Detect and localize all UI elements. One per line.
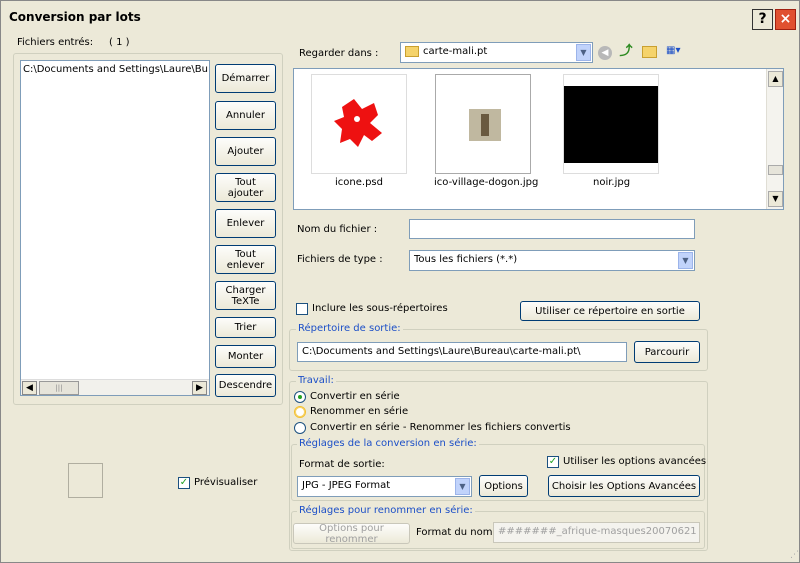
remove-button[interactable]: Enlever — [215, 209, 276, 238]
remove-all-button[interactable]: Tout enlever — [215, 245, 276, 274]
add-all-button[interactable]: Tout ajouter — [215, 173, 276, 202]
up-folder-icon[interactable]: ⤴ — [618, 44, 634, 60]
advanced-options-label: Utiliser les options avancées — [563, 456, 707, 467]
filename-input[interactable] — [409, 219, 695, 239]
cancel-button[interactable]: Annuler — [215, 101, 276, 130]
conversion-settings-legend: Réglages de la conversion en série: — [297, 438, 479, 449]
scroll-right-icon[interactable]: ▶ — [192, 381, 207, 395]
psd-preview-image — [334, 99, 382, 147]
output-format-select[interactable]: JPG - JPEG Format ▼ — [297, 476, 472, 497]
village-preview-image — [469, 109, 501, 141]
scroll-left-icon[interactable]: ◀ — [22, 381, 37, 395]
include-subdirs-label: Inclure les sous-répertoires — [312, 303, 448, 314]
file-name[interactable]: noir.jpg — [593, 177, 630, 188]
load-text-button[interactable]: Charger TeXTe — [215, 281, 276, 310]
help-button[interactable]: ? — [752, 9, 773, 30]
file-name[interactable]: ico-village-dogon.jpg — [434, 177, 538, 188]
choose-advanced-options-button[interactable]: Choisir les Options Avancées — [548, 475, 700, 497]
title-bar: Conversion par lots ? × — [1, 1, 799, 33]
look-in-combo[interactable]: carte-mali.pt ▼ — [400, 42, 593, 63]
chevron-down-icon[interactable]: ▼ — [455, 478, 470, 495]
browse-button[interactable]: Parcourir — [634, 341, 700, 363]
add-button[interactable]: Ajouter — [215, 137, 276, 166]
radio-convert[interactable] — [294, 391, 306, 403]
file-type-value: Tous les fichiers (*.*) — [414, 254, 518, 265]
radio-convert-rename[interactable] — [294, 422, 306, 434]
black-preview-image — [564, 86, 658, 163]
file-thumbnail[interactable] — [563, 74, 659, 174]
radio-convert-rename-label: Convertir en série - Renommer les fichie… — [310, 422, 571, 433]
horizontal-scrollbar[interactable]: ◀ ||| ▶ — [21, 379, 209, 395]
rename-options-button[interactable]: Options pour renommer — [293, 523, 410, 545]
preview-box — [68, 463, 103, 498]
list-item[interactable]: C:\Documents and Settings\Laure\Bu — [23, 64, 208, 75]
use-dir-output-button[interactable]: Utiliser ce répertoire en sortie — [520, 301, 700, 321]
sort-button[interactable]: Trier — [215, 317, 276, 338]
output-dir-input[interactable]: C:\Documents and Settings\Laure\Bureau\c… — [297, 342, 627, 362]
move-up-button[interactable]: Monter — [215, 345, 276, 368]
scroll-thumb[interactable] — [768, 165, 783, 175]
file-name[interactable]: icone.psd — [335, 177, 383, 188]
file-thumbnail[interactable] — [311, 74, 407, 174]
preview-label: Prévisualiser — [194, 477, 258, 488]
input-files-label: Fichiers entrés: — [17, 37, 94, 48]
batch-conversion-window: Conversion par lots ? × Fichiers entrés:… — [0, 0, 800, 563]
chevron-down-icon[interactable]: ▼ — [576, 44, 591, 61]
window-title: Conversion par lots — [9, 10, 141, 24]
preview-checkbox[interactable]: ✓ — [178, 477, 190, 489]
chevron-down-icon[interactable]: ▼ — [678, 252, 693, 269]
format-options-button[interactable]: Options — [479, 475, 528, 497]
resize-grip-icon[interactable]: ⋰ — [787, 550, 799, 562]
include-subdirs-checkbox[interactable] — [296, 303, 308, 315]
radio-convert-label: Convertir en série — [310, 391, 400, 402]
scroll-thumb[interactable]: ||| — [39, 381, 79, 395]
output-dir-legend: Répertoire de sortie: — [296, 323, 403, 334]
output-format-label: Format de sortie: — [299, 459, 385, 470]
scroll-down-icon[interactable]: ▼ — [768, 191, 783, 207]
close-button[interactable]: × — [775, 9, 796, 30]
look-in-label: Regarder dans : — [299, 48, 379, 59]
name-format-input[interactable]: #######_afrique-masques20070621 — [493, 522, 700, 543]
file-type-label: Fichiers de type : — [297, 254, 383, 265]
file-thumbnail[interactable] — [435, 74, 531, 174]
start-button[interactable]: Démarrer — [215, 64, 276, 93]
look-in-value: carte-mali.pt — [423, 46, 488, 57]
input-file-list[interactable]: C:\Documents and Settings\Laure\Bu ◀ |||… — [20, 60, 210, 396]
new-folder-icon[interactable] — [642, 46, 657, 58]
folder-icon — [405, 46, 419, 57]
radio-rename-label: Renommer en série — [310, 406, 409, 417]
view-menu-icon[interactable]: ▦▾ — [666, 45, 690, 60]
rename-settings-legend: Réglages pour renommer en série: — [297, 505, 475, 516]
radio-rename[interactable] — [294, 406, 306, 418]
output-format-value: JPG - JPEG Format — [302, 480, 391, 491]
vertical-scrollbar[interactable]: ▲ ▼ — [766, 69, 783, 209]
back-icon[interactable]: ◀ — [598, 46, 612, 60]
name-format-label: Format du nom: — [416, 527, 496, 538]
advanced-options-checkbox[interactable]: ✓ — [547, 456, 559, 468]
scroll-up-icon[interactable]: ▲ — [768, 71, 783, 87]
move-down-button[interactable]: Descendre — [215, 374, 276, 397]
input-files-count: ( 1 ) — [109, 37, 130, 48]
file-type-select[interactable]: Tous les fichiers (*.*) ▼ — [409, 250, 695, 271]
filename-label: Nom du fichier : — [297, 224, 378, 235]
work-legend: Travail: — [296, 375, 336, 386]
